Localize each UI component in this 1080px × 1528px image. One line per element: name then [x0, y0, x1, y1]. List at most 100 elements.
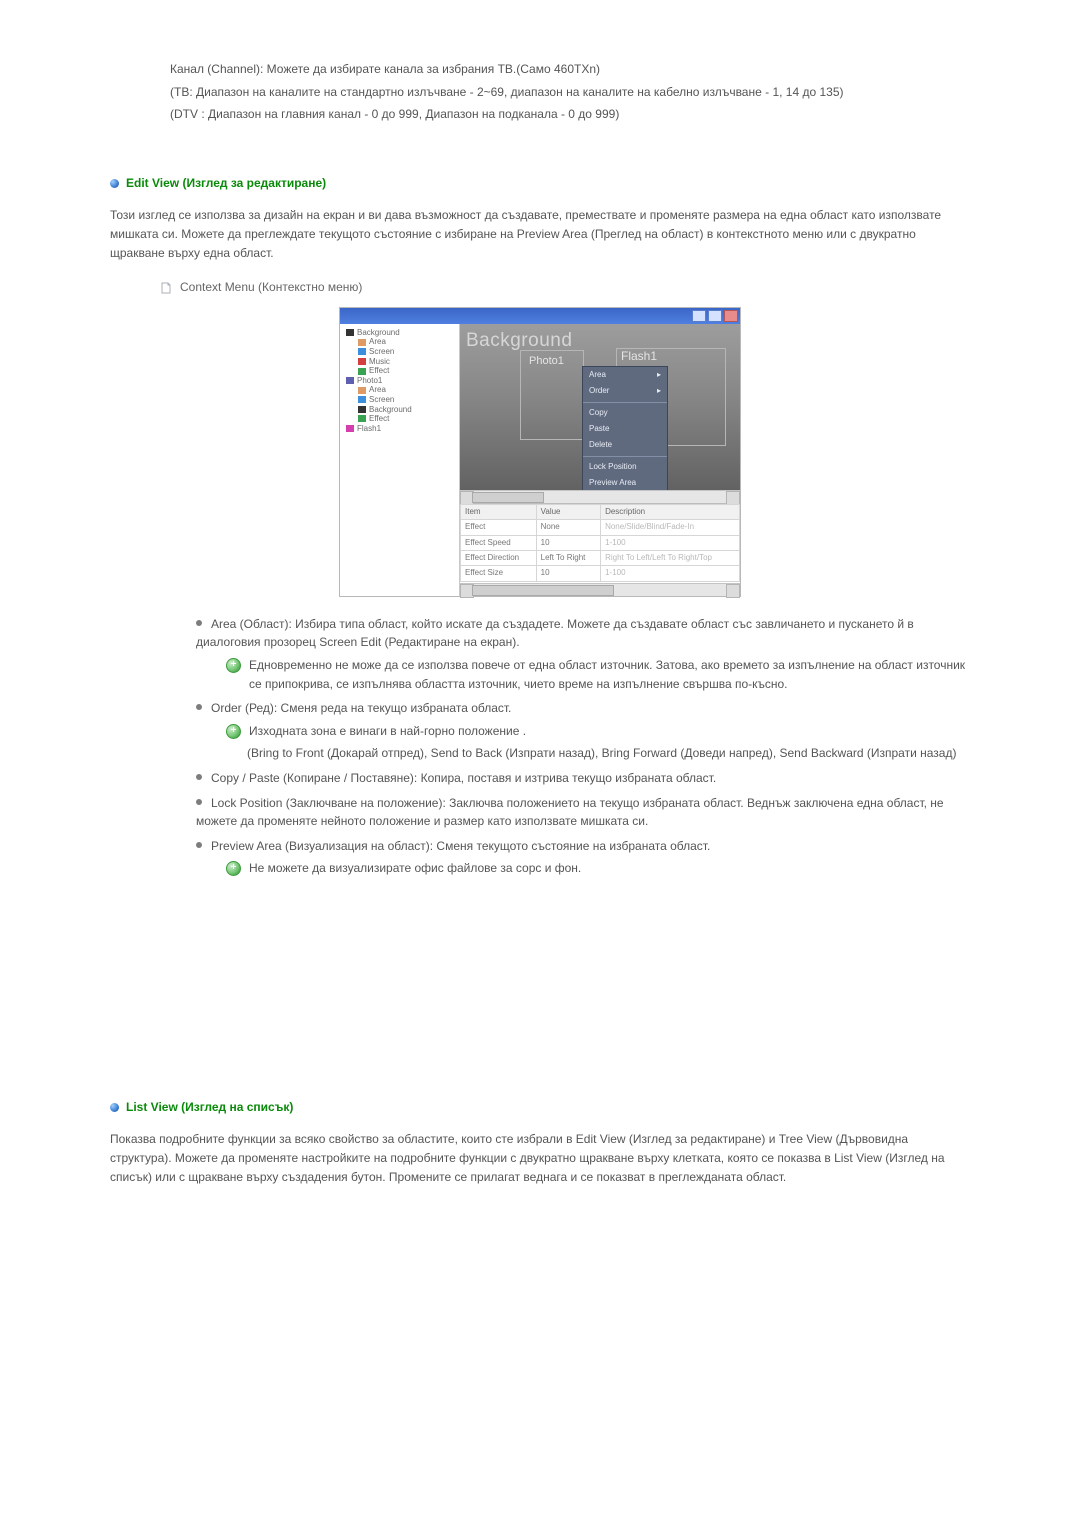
tree-node-icon: [358, 396, 366, 403]
scroll-right-icon: [726, 584, 740, 598]
photo-area-box: Photo1: [520, 350, 584, 440]
tree-node: Area: [342, 385, 457, 395]
tree-node-label: Background: [357, 328, 400, 337]
list-item-text: Preview Area (Визуализация на област): С…: [211, 839, 710, 853]
table-cell: 1-100: [601, 566, 740, 581]
menu-separator: [583, 456, 667, 457]
table-cell: Effect Speed: [461, 535, 537, 550]
maximize-icon: [708, 310, 722, 322]
list-item-notes: + Едновременно не може да се използва пов…: [211, 656, 970, 693]
tree-node: Effect: [342, 366, 457, 376]
table-cell: 10: [536, 566, 600, 581]
list-item: Area (Област): Избира типа област, който…: [196, 615, 970, 693]
edit-view-items-list: Area (Област): Избира типа област, който…: [196, 615, 970, 878]
context-menu: Area▸ Order▸ Copy Paste Delete Lock Posi…: [582, 366, 668, 493]
tree-node-icon: [346, 329, 354, 336]
tree-node: Area: [342, 337, 457, 347]
window-titlebar: [340, 308, 740, 324]
list-item: Copy / Paste (Копиране / Поставяне): Коп…: [196, 769, 970, 788]
app-screenshot: BackgroundAreaScreenMusicEffectPhoto1Are…: [339, 307, 741, 597]
tree-node-icon: [358, 348, 366, 355]
list-item-text: Copy / Paste (Копиране / Поставяне): Коп…: [211, 771, 716, 785]
ctx-item-area: Area▸: [583, 367, 667, 383]
main-pane: Background Photo1 Flash1 Area▸ Order▸ Co…: [460, 324, 740, 596]
tree-node-icon: [358, 358, 366, 365]
bullet-icon: [110, 179, 119, 188]
note-line: + Едновременно не може да се използва пов…: [226, 656, 970, 693]
table-cell: None/Slide/Blind/Fade-In: [601, 520, 740, 535]
list-item: Lock Position (Заключване на положение):…: [196, 794, 970, 831]
note-text: (Bring to Front (Докарай отпред), Send t…: [247, 744, 970, 763]
properties-table: ItemValueDescriptionEffectNoneNone/Slide…: [460, 504, 740, 582]
tree-node: Effect: [342, 414, 457, 424]
table-cell: Right To Left/Left To Right/Top: [601, 550, 740, 565]
tree-node: Background: [342, 328, 457, 338]
section-title: List View (Изглед на списък): [126, 1098, 293, 1117]
tree-node: Screen: [342, 347, 457, 357]
section-intro: Показва подробните функции за всяко свой…: [110, 1130, 970, 1186]
list-item: Preview Area (Визуализация на област): С…: [196, 837, 970, 878]
scroll-thumb: [472, 492, 544, 503]
note-text: Изходната зона е винаги в най-горно поло…: [249, 722, 970, 741]
chevron-right-icon: ▸: [657, 369, 661, 381]
document-icon: [160, 281, 172, 293]
table-row: Effect Speed101-100: [461, 535, 740, 550]
ctx-item-paste: Paste: [583, 421, 667, 437]
bullet-icon: [110, 1103, 119, 1112]
tree-node: Screen: [342, 395, 457, 405]
section-title: Edit View (Изглед за редактиране): [126, 174, 326, 193]
table-cell: 1-100: [601, 535, 740, 550]
ctx-item-delete: Delete: [583, 437, 667, 453]
tree-node-label: Screen: [369, 395, 394, 404]
close-icon: [724, 310, 738, 322]
list-view-pane: ItemValueDescriptionEffectNoneNone/Slide…: [460, 504, 740, 596]
tree-node-icon: [346, 425, 354, 432]
note-line: +Изходната зона е винаги в най-горно пол…: [226, 722, 970, 741]
plus-icon: +: [226, 861, 241, 876]
tree-node-label: Effect: [369, 414, 389, 423]
scroll-thumb: [472, 585, 614, 596]
note-text: Едновременно не може да се използва пове…: [249, 656, 970, 693]
tree-node-label: Area: [369, 385, 386, 394]
subsection-heading-context-menu: Context Menu (Контекстно меню): [160, 278, 970, 297]
tree-node-label: Effect: [369, 366, 389, 375]
table-row: Effect Size101-100: [461, 566, 740, 581]
table-header: Description: [601, 504, 740, 519]
ctx-item-lock: Lock Position: [583, 459, 667, 475]
tree-view-pane: BackgroundAreaScreenMusicEffectPhoto1Are…: [340, 324, 460, 596]
tree-node: Photo1: [342, 376, 457, 386]
table-row: EffectNoneNone/Slide/Blind/Fade-In: [461, 520, 740, 535]
section-heading-edit-view: Edit View (Изглед за редактиране): [110, 174, 970, 193]
note-text: Не можете да визуализирате офис файлове …: [249, 859, 970, 878]
canvas-area: Background Photo1 Flash1 Area▸ Order▸ Co…: [460, 324, 740, 504]
list-item-text: Order (Ред): Сменя реда на текущо избран…: [211, 701, 511, 715]
canvas-scrollbar: [460, 490, 740, 503]
table-cell: Left To Right: [536, 550, 600, 565]
section-intro: Този изглед се използва за дизайн на екр…: [110, 206, 970, 262]
list-item-text: Area (Област): Избира типа област, който…: [196, 617, 914, 650]
list-item-notes: +Изходната зона е винаги в най-горно пол…: [211, 722, 970, 763]
note-line: + Не можете да визуализирате офис файлове…: [226, 859, 970, 878]
plus-icon: +: [226, 658, 241, 673]
list-item-text: Lock Position (Заключване на положение):…: [196, 796, 944, 829]
tree-node-icon: [358, 368, 366, 375]
table-cell: None: [536, 520, 600, 535]
app-body: BackgroundAreaScreenMusicEffectPhoto1Are…: [340, 324, 740, 596]
tree-node-label: Photo1: [357, 376, 382, 385]
tree-node-icon: [358, 387, 366, 394]
list-item-notes: + Не можете да визуализирате офис файлове…: [211, 859, 970, 878]
subsection-title: Context Menu (Контекстно меню): [180, 278, 362, 297]
table-cell: 10: [536, 535, 600, 550]
tree-node-icon: [358, 339, 366, 346]
tree-node-label: Background: [369, 405, 412, 414]
photo-area-label: Photo1: [529, 353, 564, 370]
tree-node: Background: [342, 405, 457, 415]
table-cell: Effect Direction: [461, 550, 537, 565]
tree-node: Flash1: [342, 424, 457, 434]
scroll-right-icon: [726, 491, 740, 505]
flash-area-label: Flash1: [621, 347, 657, 366]
paragraph: Канал (Channel): Можете да избирате кана…: [170, 60, 970, 79]
minimize-icon: [692, 310, 706, 322]
paragraph: (ТВ: Диапазон на каналите на стандартно …: [170, 83, 970, 102]
table-row: Effect DirectionLeft To RightRight To Le…: [461, 550, 740, 565]
